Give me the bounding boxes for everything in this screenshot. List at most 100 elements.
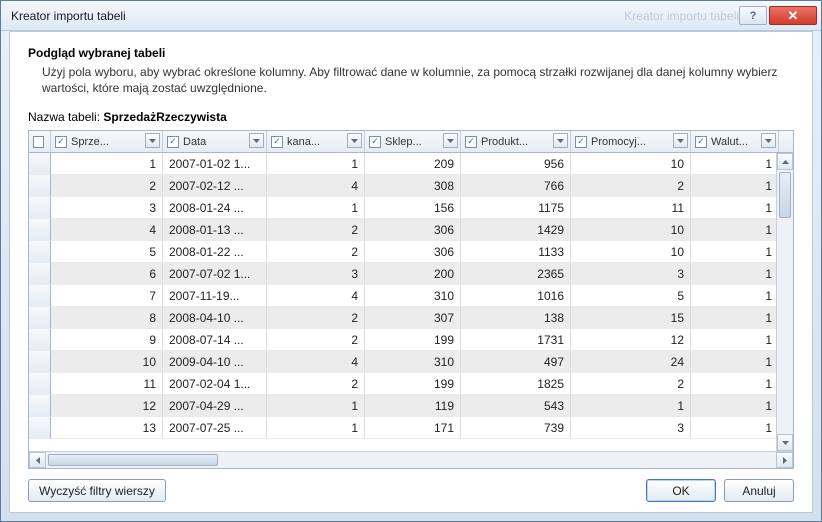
row-header[interactable] xyxy=(29,263,51,285)
cell-produkt[interactable]: 1175 xyxy=(461,197,571,219)
cell-produkt[interactable]: 1133 xyxy=(461,241,571,263)
checkbox-icon[interactable]: ✓ xyxy=(271,136,283,148)
cell-promocyj[interactable]: 11 xyxy=(571,197,691,219)
table-row[interactable]: 42008-01-13 ...23061429101 xyxy=(29,219,793,241)
row-header[interactable] xyxy=(29,373,51,395)
checkbox-icon[interactable]: ✓ xyxy=(55,136,67,148)
row-header[interactable] xyxy=(29,241,51,263)
table-row[interactable]: 22007-02-12 ...430876621 xyxy=(29,175,793,197)
row-header[interactable] xyxy=(29,351,51,373)
horizontal-scrollbar[interactable] xyxy=(29,451,793,468)
col-header-sprze[interactable]: ✓ Sprze... xyxy=(51,131,163,152)
cell-kana[interactable]: 1 xyxy=(267,153,365,175)
cell-walut[interactable]: 1 xyxy=(691,329,779,351)
cell-data[interactable]: 2007-07-02 1... xyxy=(163,263,267,285)
cell-kana[interactable]: 2 xyxy=(267,219,365,241)
col-header-promocyj[interactable]: ✓ Promocyj... xyxy=(571,131,691,152)
scroll-left-button[interactable] xyxy=(29,452,46,468)
cell-promocyj[interactable]: 24 xyxy=(571,351,691,373)
cell-kana[interactable]: 1 xyxy=(267,197,365,219)
table-row[interactable]: 122007-04-29 ...111954311 xyxy=(29,395,793,417)
cell-walut[interactable]: 1 xyxy=(691,175,779,197)
filter-dropdown-icon[interactable] xyxy=(553,133,568,148)
table-row[interactable]: 82008-04-10 ...2307138151 xyxy=(29,307,793,329)
scroll-thumb[interactable] xyxy=(48,454,218,466)
col-header-produkt[interactable]: ✓ Produkt... xyxy=(461,131,571,152)
table-row[interactable]: 132007-07-25 ...117173931 xyxy=(29,417,793,439)
cell-walut[interactable]: 1 xyxy=(691,307,779,329)
checkbox-icon[interactable]: ✓ xyxy=(465,136,477,148)
col-header-sklep[interactable]: ✓ Sklep... xyxy=(365,131,461,152)
cell-data[interactable]: 2008-01-24 ... xyxy=(163,197,267,219)
cell-data[interactable]: 2007-07-25 ... xyxy=(163,417,267,439)
table-row[interactable]: 102009-04-10 ...4310497241 xyxy=(29,351,793,373)
col-header-kana[interactable]: ✓ kana... xyxy=(267,131,365,152)
row-header[interactable] xyxy=(29,417,51,439)
cell-sprze[interactable]: 11 xyxy=(51,373,163,395)
cell-produkt[interactable]: 1731 xyxy=(461,329,571,351)
cell-walut[interactable]: 1 xyxy=(691,197,779,219)
scroll-track[interactable] xyxy=(777,170,793,434)
cell-produkt[interactable]: 956 xyxy=(461,153,571,175)
cell-sklep[interactable]: 199 xyxy=(365,373,461,395)
vertical-scrollbar[interactable] xyxy=(776,153,793,451)
cell-promocyj[interactable]: 3 xyxy=(571,417,691,439)
cell-sklep[interactable]: 156 xyxy=(365,197,461,219)
cell-walut[interactable]: 1 xyxy=(691,351,779,373)
cell-kana[interactable]: 2 xyxy=(267,241,365,263)
row-header[interactable] xyxy=(29,395,51,417)
filter-dropdown-icon[interactable] xyxy=(673,133,688,148)
checkbox-icon[interactable]: ✓ xyxy=(167,136,179,148)
cell-walut[interactable]: 1 xyxy=(691,241,779,263)
cell-sklep[interactable]: 209 xyxy=(365,153,461,175)
cell-sklep[interactable]: 200 xyxy=(365,263,461,285)
cell-kana[interactable]: 4 xyxy=(267,351,365,373)
cancel-button[interactable]: Anuluj xyxy=(724,479,794,502)
col-header-walut[interactable]: ✓ Walut... xyxy=(691,131,779,152)
scroll-right-button[interactable] xyxy=(776,452,793,468)
scroll-up-button[interactable] xyxy=(777,153,793,170)
cell-promocyj[interactable]: 10 xyxy=(571,153,691,175)
cell-sklep[interactable]: 308 xyxy=(365,175,461,197)
cell-promocyj[interactable]: 12 xyxy=(571,329,691,351)
table-row[interactable]: 52008-01-22 ...23061133101 xyxy=(29,241,793,263)
cell-kana[interactable]: 2 xyxy=(267,373,365,395)
cell-data[interactable]: 2008-04-10 ... xyxy=(163,307,267,329)
scroll-track[interactable] xyxy=(46,452,776,468)
row-header[interactable] xyxy=(29,197,51,219)
cell-sklep[interactable]: 199 xyxy=(365,329,461,351)
table-row[interactable]: 62007-07-02 1...3200236531 xyxy=(29,263,793,285)
cell-walut[interactable]: 1 xyxy=(691,153,779,175)
table-row[interactable]: 112007-02-04 1...2199182521 xyxy=(29,373,793,395)
row-header[interactable] xyxy=(29,153,51,175)
cell-produkt[interactable]: 497 xyxy=(461,351,571,373)
row-header[interactable] xyxy=(29,307,51,329)
cell-data[interactable]: 2007-02-04 1... xyxy=(163,373,267,395)
cell-data[interactable]: 2007-04-29 ... xyxy=(163,395,267,417)
filter-dropdown-icon[interactable] xyxy=(761,133,776,148)
cell-kana[interactable]: 1 xyxy=(267,395,365,417)
row-header[interactable] xyxy=(29,329,51,351)
filter-dropdown-icon[interactable] xyxy=(249,133,264,148)
cell-walut[interactable]: 1 xyxy=(691,285,779,307)
cell-walut[interactable]: 1 xyxy=(691,219,779,241)
checkbox-icon[interactable] xyxy=(33,136,44,148)
cell-sprze[interactable]: 8 xyxy=(51,307,163,329)
cell-produkt[interactable]: 1429 xyxy=(461,219,571,241)
cell-promocyj[interactable]: 2 xyxy=(571,175,691,197)
cell-walut[interactable]: 1 xyxy=(691,373,779,395)
row-header[interactable] xyxy=(29,175,51,197)
cell-promocyj[interactable]: 10 xyxy=(571,241,691,263)
table-row[interactable]: 72007-11-19...4310101651 xyxy=(29,285,793,307)
cell-sprze[interactable]: 5 xyxy=(51,241,163,263)
clear-filters-button[interactable]: Wyczyść filtry wierszy xyxy=(28,479,166,502)
row-header[interactable] xyxy=(29,219,51,241)
cell-promocyj[interactable]: 1 xyxy=(571,395,691,417)
cell-sprze[interactable]: 10 xyxy=(51,351,163,373)
col-header-data[interactable]: ✓ Data xyxy=(163,131,267,152)
scroll-down-button[interactable] xyxy=(777,434,793,451)
cell-sprze[interactable]: 6 xyxy=(51,263,163,285)
cell-promocyj[interactable]: 5 xyxy=(571,285,691,307)
checkbox-icon[interactable]: ✓ xyxy=(695,136,707,148)
cell-sprze[interactable]: 7 xyxy=(51,285,163,307)
